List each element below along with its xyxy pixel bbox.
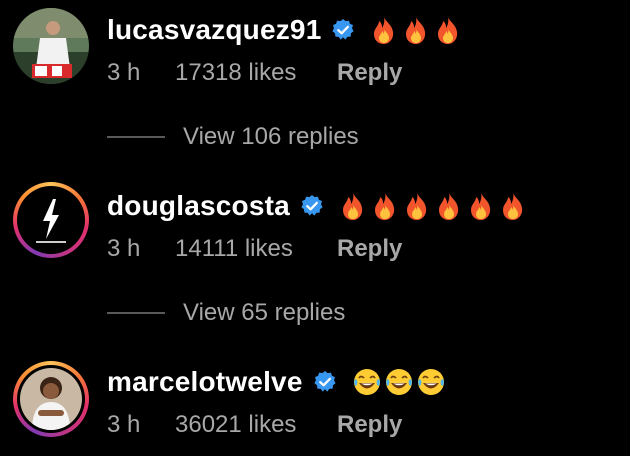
username-link[interactable]: lucasvazquez91 [107,14,321,46]
verified-badge-icon [301,195,323,216]
fire-emoji-icon [342,192,363,220]
avatar[interactable] [13,361,89,437]
comment-text [352,367,448,397]
replies-divider [107,136,165,138]
likes-count[interactable]: 14111 likes [175,235,337,263]
avatar-photo-icon [13,8,89,84]
comment-item: marcelotwelve 3 h 36021 likes Reply [0,352,630,452]
tears-of-joy-emoji-icon [385,369,412,395]
fire-emoji-icon [406,16,426,44]
comment-header: marcelotwelve [107,366,448,398]
fire-emoji-icon [470,192,491,220]
likes-count[interactable]: 36021 likes [175,411,337,439]
view-replies-button[interactable]: View 65 replies [107,299,345,327]
comment-meta: 3 h 17318 likes Reply [107,59,402,87]
comment-meta: 3 h 36021 likes Reply [107,411,402,439]
comment-item: douglascosta 3 h 14111 likes Reply [0,176,630,276]
verified-badge-icon [313,371,336,392]
comment-time: 3 h [107,411,141,438]
avatar[interactable] [13,8,89,84]
comment-header: lucasvazquez91 [107,14,466,46]
lightning-logo-icon [20,189,82,251]
username-link[interactable]: douglascosta [107,190,290,222]
view-replies-button[interactable]: View 106 replies [107,123,359,151]
avatar-ring [17,186,85,254]
fire-emoji-icon [438,16,458,44]
fire-emoji-icon [374,192,395,220]
tears-of-joy-emoji-icon [353,369,380,395]
avatar-photo-icon [20,368,82,430]
comment-header: douglascosta [107,190,531,222]
comment-meta: 3 h 14111 likes Reply [107,235,402,263]
avatar-photo [20,368,82,430]
fire-emoji-icon [502,192,523,220]
fire-emoji-icon [438,192,459,220]
likes-count[interactable]: 17318 likes [175,59,337,87]
avatar-photo [20,189,82,251]
reply-button[interactable]: Reply [337,59,402,87]
replies-divider [107,312,165,314]
comment-time: 3 h [107,59,141,86]
reply-button[interactable]: Reply [337,411,402,439]
fire-emoji-icon [406,192,427,220]
tears-of-joy-emoji-icon [417,369,444,395]
fire-emoji-icon [374,16,394,44]
comment-item: lucasvazquez91 3 h 17318 likes Reply [0,0,630,100]
comment-time: 3 h [107,235,141,262]
comment-text [339,191,531,221]
username-link[interactable]: marcelotwelve [107,366,303,398]
verified-badge-icon [332,19,355,40]
avatar-ring [17,365,85,433]
reply-button[interactable]: Reply [337,235,402,263]
view-replies-label: View 65 replies [183,299,346,326]
avatar[interactable] [13,182,89,258]
comment-text [370,15,466,45]
view-replies-label: View 106 replies [183,123,359,150]
